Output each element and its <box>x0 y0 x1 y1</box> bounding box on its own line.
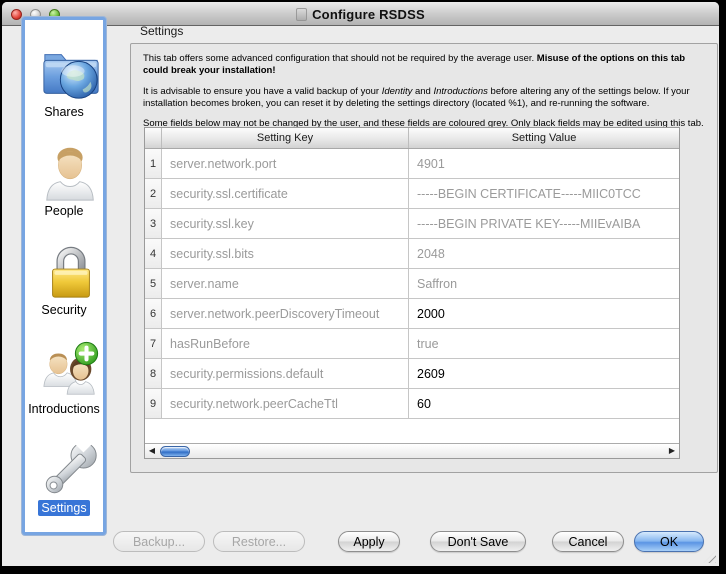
row-number-cell: 7 <box>145 329 162 358</box>
settings-table: Setting Key Setting Value 1server.networ… <box>144 127 680 459</box>
setting-value-cell[interactable]: 2000 <box>409 299 679 328</box>
settings-panel: This tab offers some advanced configurat… <box>130 43 718 473</box>
setting-key-header[interactable]: Setting Key <box>162 128 409 148</box>
sidebar-item-label: Security <box>38 302 89 318</box>
backup-button: Backup... <box>113 531 205 552</box>
warning-paragraph-2: It is advisable to ensure you have a val… <box>143 86 705 111</box>
introductions-icon <box>40 339 102 401</box>
setting-key-cell: security.ssl.certificate <box>162 179 409 208</box>
apply-button[interactable]: Apply <box>338 531 400 552</box>
sidebar-item-label: People <box>42 203 87 219</box>
setting-key-cell: security.ssl.key <box>162 209 409 238</box>
table-row: 4security.ssl.bits2048 <box>145 239 679 269</box>
scroll-right-arrow-icon[interactable]: ▶ <box>665 444 679 458</box>
setting-key-cell: server.network.port <box>162 149 409 178</box>
setting-key-cell: security.permissions.default <box>162 359 409 388</box>
scrollbar-thumb[interactable] <box>160 446 190 457</box>
sidebar-item-shares[interactable]: Shares <box>25 20 103 123</box>
scroll-left-arrow-icon[interactable]: ◀ <box>145 444 159 458</box>
setting-value-cell: -----BEGIN CERTIFICATE-----MIIC0TCC <box>409 179 679 208</box>
row-number-header <box>145 128 162 148</box>
security-icon <box>40 240 102 302</box>
ok-button[interactable]: OK <box>634 531 704 552</box>
setting-value-cell: -----BEGIN PRIVATE KEY-----MIIEvAIBA <box>409 209 679 238</box>
row-number-cell: 1 <box>145 149 162 178</box>
sidebar-item-label: Shares <box>41 104 87 120</box>
setting-key-cell: security.network.peerCacheTtl <box>162 389 409 418</box>
table-body: 1server.network.port49012security.ssl.ce… <box>145 149 679 419</box>
window-title: Configure RSDSS <box>312 7 425 22</box>
setting-value-cell[interactable]: 2609 <box>409 359 679 388</box>
sidebar-item-label: Introductions <box>25 401 103 417</box>
table-row: 2security.ssl.certificate-----BEGIN CERT… <box>145 179 679 209</box>
table-header-row: Setting Key Setting Value <box>145 128 679 149</box>
table-row: 8security.permissions.default2609 <box>145 359 679 389</box>
setting-key-cell: server.name <box>162 269 409 298</box>
sidebar-item-settings[interactable]: Settings <box>25 420 103 519</box>
row-number-cell: 6 <box>145 299 162 328</box>
setting-value-cell[interactable]: 60 <box>409 389 679 418</box>
cancel-button[interactable]: Cancel <box>552 531 624 552</box>
setting-value-header[interactable]: Setting Value <box>409 128 679 148</box>
sidebar-item-label: Settings <box>38 500 89 516</box>
window-proxy-icon <box>296 8 307 21</box>
setting-value-cell: true <box>409 329 679 358</box>
row-number-cell: 3 <box>145 209 162 238</box>
table-row: 7hasRunBeforetrue <box>145 329 679 359</box>
row-number-cell: 9 <box>145 389 162 418</box>
table-row: 1server.network.port4901 <box>145 149 679 179</box>
table-row: 6server.network.peerDiscoveryTimeout2000 <box>145 299 679 329</box>
sidebar-item-security[interactable]: Security <box>25 222 103 321</box>
category-sidebar: Shares People Security <box>22 17 106 535</box>
configure-rsdss-window: Configure RSDSS Shares <box>2 2 719 566</box>
sidebar-item-people[interactable]: People <box>25 123 103 222</box>
row-number-cell: 2 <box>145 179 162 208</box>
setting-value-cell: 4901 <box>409 149 679 178</box>
setting-key-cell: hasRunBefore <box>162 329 409 358</box>
warning-text-block: This tab offers some advanced configurat… <box>131 44 717 131</box>
dialog-buttons: Backup... Restore... Apply Don't Save Cancel… <box>2 531 719 557</box>
setting-key-cell: security.ssl.bits <box>162 239 409 268</box>
setting-value-cell: 2048 <box>409 239 679 268</box>
setting-value-cell: Saffron <box>409 269 679 298</box>
row-number-cell: 4 <box>145 239 162 268</box>
sidebar-item-introductions[interactable]: Introductions <box>25 321 103 420</box>
title-bar[interactable]: Configure RSDSS <box>2 2 719 26</box>
table-row: 5server.nameSaffron <box>145 269 679 299</box>
settings-tab-label: Settings <box>140 24 183 38</box>
table-row: 9security.network.peerCacheTtl60 <box>145 389 679 419</box>
settings-icon <box>40 438 102 500</box>
people-icon <box>40 141 102 203</box>
shares-icon <box>40 42 102 104</box>
table-row: 3security.ssl.key-----BEGIN PRIVATE KEY-… <box>145 209 679 239</box>
don-t-save-button[interactable]: Don't Save <box>430 531 526 552</box>
restore-button: Restore... <box>213 531 305 552</box>
row-number-cell: 5 <box>145 269 162 298</box>
warning-paragraph-1: This tab offers some advanced configurat… <box>143 53 705 78</box>
setting-key-cell: server.network.peerDiscoveryTimeout <box>162 299 409 328</box>
row-number-cell: 8 <box>145 359 162 388</box>
horizontal-scrollbar[interactable]: ◀ ▶ <box>145 443 679 458</box>
